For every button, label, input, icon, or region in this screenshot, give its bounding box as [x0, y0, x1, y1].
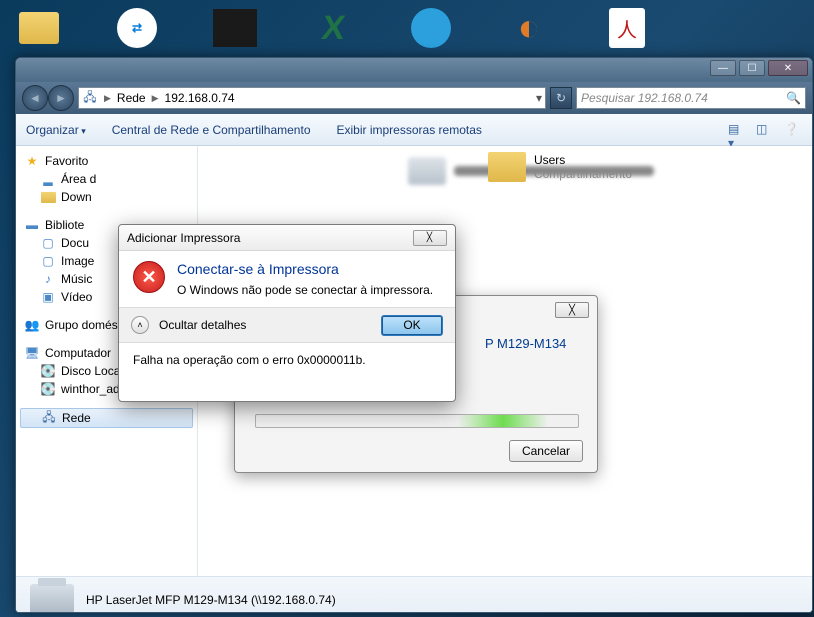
share-sub: Compartilhamento: [534, 167, 632, 181]
breadcrumb-root[interactable]: Rede: [117, 91, 146, 105]
desktop-icon: ▂: [40, 172, 56, 186]
nav-bar: ◄ ► 🖧 ▶ Rede ▶ 192.168.0.74 ▾ ↻ Pesquisa…: [16, 82, 812, 114]
desktop-icons: ⇄ X ◐ 人: [15, 4, 651, 52]
error-dialog: Adicionar Impressora ╳ ✕ Conectar-se à I…: [118, 224, 456, 402]
chevron-right-icon: ▶: [152, 93, 159, 104]
sidebar-item-downloads[interactable]: Down: [16, 188, 197, 206]
share-name: Users: [534, 153, 632, 167]
folder-icon: [40, 190, 56, 204]
sidebar-label: Favorito: [45, 154, 88, 168]
chevron-right-icon: ▶: [104, 93, 111, 104]
forward-button[interactable]: ►: [48, 85, 74, 111]
wizard-printer-name: P M129-M134: [485, 336, 566, 351]
dialog-heading: Conectar-se à Impressora: [177, 261, 433, 277]
star-icon: ★: [24, 154, 40, 168]
help-icon[interactable]: ❔: [784, 122, 802, 138]
sidebar-item-label: Músic: [61, 272, 92, 286]
preview-pane-icon[interactable]: ◫: [756, 122, 774, 138]
sidebar-label: Computador: [45, 346, 111, 360]
dialog-text: O Windows não pode se conectar à impress…: [177, 283, 433, 297]
ok-button[interactable]: OK: [381, 315, 443, 336]
error-detail-text: Falha na operação com o erro 0x0000011b.: [133, 353, 366, 367]
dark-app-icon[interactable]: [211, 4, 259, 52]
homegroup-icon: 👥: [24, 318, 40, 332]
cancel-button[interactable]: Cancelar: [509, 440, 583, 462]
users-share-item[interactable]: Users Compartilhamento: [488, 152, 632, 182]
refresh-button[interactable]: ↻: [550, 87, 572, 109]
hide-details-label[interactable]: Ocultar detalhes: [159, 318, 246, 332]
video-icon: ▣: [40, 290, 56, 304]
error-icon: ✕: [133, 261, 165, 293]
orange-app-icon[interactable]: ◐: [505, 4, 553, 52]
sidebar-item-desktop[interactable]: ▂ Área d: [16, 170, 197, 188]
maximize-button[interactable]: ☐: [739, 60, 765, 76]
folder-icon: [488, 152, 526, 182]
network-center-link[interactable]: Central de Rede e Compartilhamento: [112, 123, 311, 137]
view-menu-icon[interactable]: ▤ ▾: [728, 122, 746, 138]
sidebar-label: Rede: [62, 411, 91, 425]
search-icon[interactable]: 🔍: [786, 91, 801, 105]
address-bar[interactable]: 🖧 ▶ Rede ▶ 192.168.0.74 ▾: [78, 87, 546, 109]
dialog-title: Adicionar Impressora: [127, 231, 240, 245]
image-icon: ▢: [40, 254, 56, 268]
wizard-close-button[interactable]: ╳: [555, 302, 589, 318]
details-pane: HP LaserJet MFP M129-M134 (\\192.168.0.7…: [16, 576, 812, 613]
desktop-folder-icon[interactable]: [15, 4, 63, 52]
dialog-close-button[interactable]: ╳: [413, 230, 447, 246]
document-icon: ▢: [40, 236, 56, 250]
toolbar: Organizar Central de Rede e Compartilham…: [16, 114, 812, 146]
chevron-down-icon[interactable]: ▾: [536, 91, 542, 105]
close-button[interactable]: ✕: [768, 60, 808, 76]
disk-icon: 💽: [40, 364, 56, 378]
search-placeholder: Pesquisar 192.168.0.74: [581, 91, 708, 105]
sidebar-item-label: Docu: [61, 236, 89, 250]
telegram-icon[interactable]: [407, 4, 455, 52]
progress-bar: [255, 414, 579, 428]
sidebar-item-label: Área d: [61, 172, 96, 186]
music-icon: ♪: [40, 272, 56, 286]
breadcrumb-target[interactable]: 192.168.0.74: [165, 91, 235, 105]
minimize-button[interactable]: —: [710, 60, 736, 76]
netdrive-icon: 💽: [40, 382, 56, 396]
teamviewer-icon[interactable]: ⇄: [113, 4, 161, 52]
printer-icon: [408, 157, 446, 185]
collapse-details-button[interactable]: ˄: [131, 316, 149, 334]
show-remote-printers-link[interactable]: Exibir impressoras remotas: [337, 123, 482, 137]
network-icon: 🖧: [41, 411, 57, 425]
dialog-titlebar[interactable]: Adicionar Impressora ╳: [119, 225, 455, 251]
titlebar[interactable]: — ☐ ✕: [16, 58, 812, 82]
details-printer-name: HP LaserJet MFP M129-M134 (\\192.168.0.7…: [86, 593, 336, 607]
pdf-icon[interactable]: 人: [603, 4, 651, 52]
back-button[interactable]: ◄: [22, 85, 48, 111]
search-input[interactable]: Pesquisar 192.168.0.74 🔍: [576, 87, 806, 109]
excel-icon[interactable]: X: [309, 4, 357, 52]
sidebar-item-label: Vídeo: [61, 290, 92, 304]
explorer-window: — ☐ ✕ ◄ ► 🖧 ▶ Rede ▶ 192.168.0.74 ▾ ↻ Pe…: [15, 57, 813, 613]
sidebar-network[interactable]: 🖧 Rede: [20, 408, 193, 428]
organize-menu[interactable]: Organizar: [26, 123, 86, 137]
sidebar-item-label: Down: [61, 190, 92, 204]
sidebar-favorites[interactable]: ★ Favorito: [16, 152, 197, 170]
network-icon: 🖧: [82, 91, 98, 105]
libraries-icon: ▬: [24, 218, 40, 232]
sidebar-item-label: Image: [61, 254, 94, 268]
sidebar-label: Bibliote: [45, 218, 84, 232]
printer-icon: [30, 584, 74, 614]
computer-icon: 🖥: [24, 346, 40, 360]
